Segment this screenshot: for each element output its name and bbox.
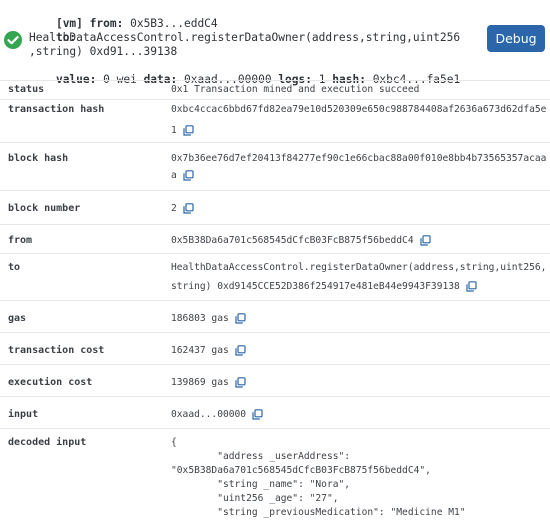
block-hash-value-line1: 0x7b36ee76d7ef20413f84277ef90c1e66cbac88… (171, 153, 547, 164)
block-number-value: 2 (171, 203, 177, 214)
copy-icon[interactable] (183, 202, 194, 214)
header-to-value-line2: ,string) 0xd91...39138 (29, 45, 178, 58)
row-divider (0, 396, 550, 397)
input-value: 0xaad...00000 (171, 409, 247, 420)
from-row-value: 0x5B38Da6a701c568545dCfcB03FcB875f56bedd… (171, 235, 414, 246)
transaction-hash-value-line2: 1 (171, 124, 194, 137)
row-divider (0, 80, 550, 81)
row-divider (0, 253, 550, 254)
to-row-value-tail: string) 0xd9145CCE52D386f254917e481eB44e… (171, 281, 460, 292)
copy-icon[interactable] (235, 312, 246, 324)
decoded-input-line: "string _previousMedication": "Medicine … (171, 507, 466, 518)
header-to-value-line1: HealthDataAccessControl.registerDataOwne… (29, 31, 461, 44)
from-row-label: from (8, 235, 33, 246)
status-label: status (8, 84, 45, 95)
row-divider (0, 99, 550, 100)
from-value: 0x5B3...eddC4 (130, 17, 218, 30)
check-circle-icon (4, 31, 22, 49)
execution-cost-label: execution cost (8, 377, 93, 388)
block-number-label: block number (8, 203, 81, 214)
transaction-hash-label: transaction hash (8, 104, 105, 115)
copy-icon[interactable] (183, 169, 194, 181)
input-label: input (8, 409, 39, 420)
gas-label: gas (8, 313, 27, 324)
input-value-line: 0xaad...00000 (171, 408, 263, 421)
decoded-input-line: "uint256 _age": "27", (171, 493, 339, 504)
to-row-label: to (8, 262, 21, 273)
copy-icon[interactable] (235, 376, 246, 388)
transaction-hash-value-tail: 1 (171, 125, 177, 136)
copy-icon[interactable] (235, 344, 246, 356)
row-divider (0, 364, 550, 365)
row-divider (0, 224, 550, 225)
copy-icon[interactable] (252, 408, 263, 420)
copy-icon[interactable] (419, 234, 431, 246)
status-value: 0x1 Transaction mined and execution succ… (171, 84, 420, 95)
row-divider (0, 142, 550, 143)
gas-value-line: 186803 gas (171, 312, 246, 325)
from-label: from: (89, 17, 124, 30)
block-number-value-line: 2 (171, 202, 194, 215)
decoded-input-label: decoded input (8, 437, 87, 448)
transaction-header[interactable]: [vm] from: 0x5B3...eddC4 to: HealthDataA… (0, 0, 550, 86)
decoded-input-line: "string _name": "Nora", (171, 479, 351, 490)
debug-button[interactable]: Debug (487, 25, 545, 52)
decoded-input-line: "address _userAddress": (171, 451, 351, 462)
copy-icon[interactable] (183, 124, 194, 136)
from-row-value-line: 0x5B38Da6a701c568545dCfcB03FcB875f56bedd… (171, 234, 431, 247)
to-row-value-line2: string) 0xd9145CCE52D386f254917e481eB44e… (171, 280, 477, 293)
block-hash-value-tail: a (171, 170, 177, 181)
transaction-cost-value: 162437 gas (171, 345, 229, 356)
transaction-hash-value-line1: 0xbc4ccac6bbd67fd82ea79e10d520309e650c98… (171, 104, 547, 115)
copy-icon[interactable] (466, 280, 477, 292)
row-divider (0, 190, 550, 191)
to-row-value-line1: HealthDataAccessControl.registerDataOwne… (171, 262, 547, 273)
row-divider (0, 300, 550, 301)
transaction-cost-label: transaction cost (8, 345, 105, 356)
decoded-input-line: "0x5B38Da6a701c568545dCfcB03FcB875f56bed… (171, 465, 431, 476)
block-hash-label: block hash (8, 153, 69, 164)
gas-value: 186803 gas (171, 313, 229, 324)
row-divider (0, 428, 550, 429)
row-divider (0, 332, 550, 333)
execution-cost-value-line: 139869 gas (171, 376, 246, 389)
decoded-input-line: { (171, 437, 177, 448)
transaction-cost-value-line: 162437 gas (171, 344, 246, 357)
block-hash-value-line2: a (171, 169, 194, 182)
execution-cost-value: 139869 gas (171, 377, 229, 388)
